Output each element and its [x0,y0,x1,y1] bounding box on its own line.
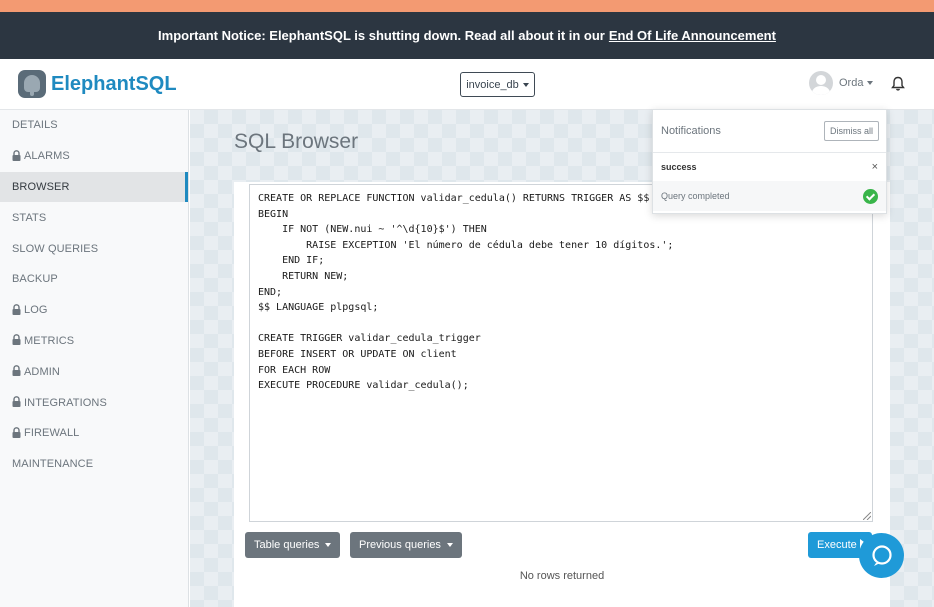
sidebar-item-integrations[interactable]: INTEGRATIONS [0,387,188,418]
notice-text: Important Notice: ElephantSQL is shuttin… [158,28,605,43]
caret-down-icon [325,543,332,547]
sidebar-item-maintenance[interactable]: MAINTENANCE [0,449,188,480]
sidebar-item-browser[interactable]: BROWSER [0,171,188,203]
notifications-title: Notifications [661,125,721,137]
lock-icon [12,303,21,315]
user-name: Orda [839,77,864,89]
notifications-header: Notifications Dismiss all [653,110,886,153]
sidebar-item-firewall[interactable]: FIREWALL [0,418,188,449]
dismiss-all-button[interactable]: Dismiss all [823,121,879,141]
chat-launcher-button[interactable] [859,533,904,578]
lock-icon [12,396,21,408]
sidebar-item-admin[interactable]: ADMIN [0,356,188,387]
lock-icon [12,426,21,438]
sql-query-editor[interactable]: CREATE OR REPLACE FUNCTION validar_cedul… [249,184,873,522]
database-name: invoice_db [466,78,519,91]
result-status: No rows returned [519,570,605,582]
database-selector[interactable]: invoice_db [460,72,535,97]
end-of-life-link[interactable]: End Of Life Announcement [609,28,776,43]
caret-down-icon [867,81,874,85]
brand-name: ElephantSQL [51,72,177,95]
caret-down-icon [446,543,453,547]
chat-icon [871,544,892,566]
shutdown-notice-banner: Important Notice: ElephantSQL is shuttin… [0,12,934,59]
avatar [809,71,833,95]
sidebar-item-backup[interactable]: BACKUP [0,264,188,295]
notification-item: Query completed [653,181,886,211]
user-menu[interactable]: Orda [809,71,874,95]
table-queries-button[interactable]: Table queries [245,532,341,558]
top-header: ElephantSQL invoice_db Orda [0,59,934,110]
check-icon [863,188,878,204]
top-accent-strip [0,0,934,12]
caret-down-icon [522,82,529,87]
sidebar-item-log[interactable]: LOG [0,295,188,326]
bell-icon[interactable] [891,76,905,92]
elephant-logo-icon [18,70,46,98]
page-title: SQL Browser [234,130,359,153]
sidebar-item-slow-queries[interactable]: SLOW QUERIES [0,233,188,264]
notification-message: Query completed [661,191,730,201]
sidebar-item-details[interactable]: DETAILS [0,110,188,141]
lock-icon [12,365,21,377]
resize-handle-icon[interactable] [863,512,871,520]
sidebar-item-stats[interactable]: STATS [0,202,188,233]
sidebar-nav: DETAILS ALARMS BROWSER STATS SLOW QUERIE… [0,110,189,607]
previous-queries-button[interactable]: Previous queries [350,532,462,558]
sql-browser-card: CREATE OR REPLACE FUNCTION validar_cedul… [234,182,890,607]
notification-group-header: success × [653,153,886,181]
brand-logo[interactable]: ElephantSQL [18,70,177,98]
close-icon[interactable]: × [872,161,878,173]
sidebar-item-metrics[interactable]: METRICS [0,326,188,357]
notifications-panel: Notifications Dismiss all success × Quer… [652,109,887,214]
notification-category: success [661,162,697,172]
lock-icon [12,334,21,346]
sidebar-item-alarms[interactable]: ALARMS [0,141,188,172]
lock-icon [12,149,21,161]
